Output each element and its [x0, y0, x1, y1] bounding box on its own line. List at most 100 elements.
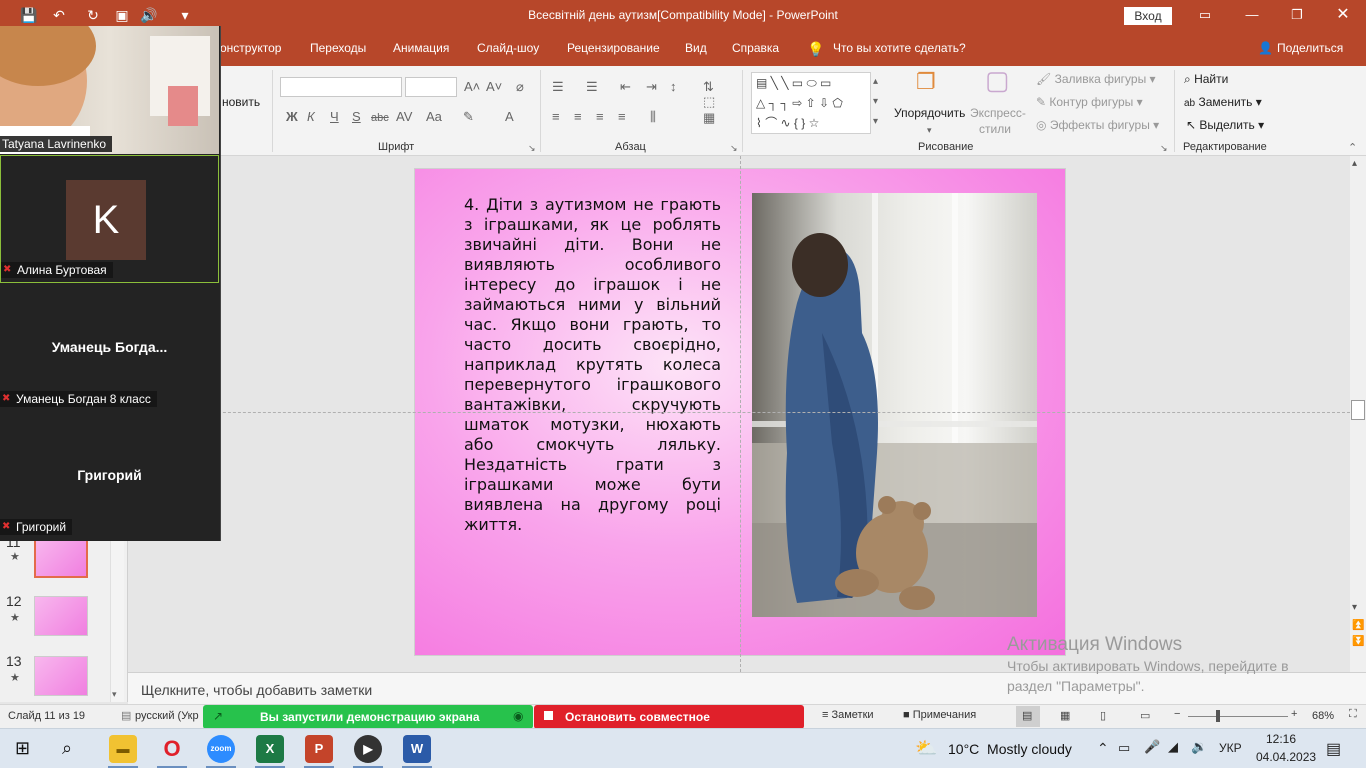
scroll-down-icon[interactable]: ▾ [1352, 602, 1357, 613]
media-player-icon[interactable]: ▶ [354, 735, 382, 763]
login-button[interactable]: Вход [1124, 7, 1172, 25]
notifications-icon[interactable]: ▤ [1326, 739, 1341, 759]
network-icon[interactable]: ◢ [1168, 739, 1178, 755]
tab-design[interactable]: онструктор [220, 41, 281, 55]
select-button[interactable]: ↖ Выделить ▾ [1186, 118, 1264, 132]
scroll-down-icon[interactable]: ▾ [112, 689, 117, 700]
shape-effects-button[interactable]: ◎ Эффекты фигуры ▾ [1036, 118, 1159, 132]
underline-icon[interactable]: Ч [330, 109, 339, 125]
restore-button[interactable]: ❐ [1285, 4, 1309, 26]
gallery-down-icon[interactable]: ▾ [873, 94, 878, 110]
language-indicator[interactable]: русский (Укр [135, 710, 199, 722]
grow-font-icon[interactable]: A˄ [464, 79, 480, 95]
weather-text[interactable]: 10°C Mostly cloudy [948, 741, 1072, 757]
text-direction-icon[interactable]: ⇅ [703, 79, 714, 95]
minimize-button[interactable]: — [1240, 4, 1264, 26]
previous-slide-icon[interactable]: ⏫ [1352, 620, 1364, 631]
zoom-slider-thumb[interactable] [1216, 710, 1220, 722]
search-icon[interactable]: ⌕ [62, 738, 72, 759]
editor-scrollbar[interactable]: ▴ ▾ ⏫ ⏬ [1350, 156, 1366, 672]
align-center-icon[interactable]: ≡ [574, 109, 582, 125]
tab-transitions[interactable]: Переходы [310, 41, 366, 55]
clock-date[interactable]: 04.04.2023 [1256, 750, 1316, 764]
slide-thumbnail-12[interactable] [34, 596, 88, 636]
clear-format-icon[interactable]: ⌀ [516, 79, 524, 95]
reading-view-icon[interactable]: ▯ [1100, 709, 1106, 722]
arrange-dropdown-icon[interactable]: ▾ [927, 122, 932, 138]
slide-thumbnail-11[interactable] [34, 536, 88, 578]
paragraph-dialog-launcher-icon[interactable]: ↘ [730, 140, 738, 156]
replace-button[interactable]: ab Заменить ▾ [1184, 95, 1262, 109]
align-text-icon[interactable]: ⬚ [703, 94, 715, 110]
scroll-up-icon[interactable]: ▴ [1352, 158, 1357, 169]
increase-indent-icon[interactable]: ⇥ [646, 79, 657, 95]
tab-view[interactable]: Вид [685, 41, 707, 55]
microphone-icon[interactable]: 🎤 [1144, 739, 1160, 755]
participant-tile-3[interactable]: Уманець Богда... ✖ Уманець Богдан 8 класс [0, 283, 219, 411]
align-right-icon[interactable]: ≡ [596, 109, 604, 125]
slide-sorter-icon[interactable]: ▦ [1060, 709, 1070, 722]
comments-button[interactable]: ■ Примечания [903, 709, 976, 721]
arrange-button[interactable]: Упорядочить [894, 106, 965, 120]
slide-photo[interactable] [752, 193, 1037, 617]
word-icon[interactable]: W [403, 735, 431, 763]
quick-styles-label-2[interactable]: стили [979, 122, 1011, 136]
share-button[interactable]: Поделиться [1277, 41, 1343, 55]
clock-time[interactable]: 12:16 [1266, 732, 1296, 746]
zoom-out-icon[interactable]: − [1174, 708, 1180, 720]
bold-icon[interactable]: Ж [286, 109, 298, 125]
zoom-level[interactable]: 68% [1312, 710, 1334, 722]
bullets-icon[interactable]: ☰ [552, 79, 564, 95]
excel-icon[interactable]: X [256, 735, 284, 763]
arrange-icon[interactable]: ❐ [916, 71, 936, 93]
drawing-dialog-launcher-icon[interactable]: ↘ [1160, 140, 1168, 156]
participant-tile-4[interactable]: Григорий ✖ Григорий [0, 411, 219, 539]
next-slide-icon[interactable]: ⏬ [1352, 636, 1364, 647]
gallery-up-icon[interactable]: ▴ [873, 74, 878, 90]
char-spacing-icon[interactable]: AV [396, 109, 412, 125]
font-dialog-launcher-icon[interactable]: ↘ [528, 140, 536, 156]
participant-tile-1[interactable]: Tatyana Lavrinenko [0, 26, 219, 154]
participant-tile-2[interactable]: K ✖ Алина Буртовая [0, 155, 219, 283]
shape-outline-button[interactable]: ✎ Контур фигуры ▾ [1036, 95, 1143, 109]
language-tray[interactable]: УКР [1219, 741, 1242, 755]
collapse-ribbon-icon[interactable]: ⌃ [1348, 140, 1357, 156]
tab-help[interactable]: Справка [732, 41, 779, 55]
shapes-gallery[interactable]: ▤ ╲ ╲ ▭ ⬭ ▭ △ ┐ ┐ ⇨ ⇧ ⇩ ⬠ ⌇ ⌒ ∿ { } ☆ [751, 72, 871, 134]
find-button[interactable]: ⌕ Найти [1184, 72, 1228, 87]
font-name-dropdown[interactable] [280, 77, 402, 97]
zoom-app-icon[interactable]: zoom [207, 735, 235, 763]
gallery-more-icon[interactable]: ▾ [873, 114, 878, 130]
spellcheck-icon[interactable]: ▤ [121, 709, 131, 722]
align-left-icon[interactable]: ≡ [552, 109, 560, 125]
slide-body-text[interactable]: 4. Діти з аутизмом не грають з іграшками… [464, 195, 721, 535]
tab-review[interactable]: Рецензирование [567, 41, 660, 55]
smartart-icon[interactable]: ▦ [703, 110, 715, 126]
tab-animations[interactable]: Анимация [393, 41, 449, 55]
share-icon[interactable]: 👤 [1258, 41, 1273, 55]
strikethrough-icon[interactable]: abc [371, 110, 389, 126]
italic-icon[interactable]: К [307, 109, 315, 125]
opera-icon[interactable]: O [158, 735, 186, 763]
columns-icon[interactable]: ⫼ [650, 109, 656, 125]
change-case-icon[interactable]: Aa [426, 109, 442, 125]
shadow-icon[interactable]: S [352, 109, 361, 125]
ribbon-cut-label[interactable]: новить [222, 95, 260, 109]
numbering-icon[interactable]: ☰ [586, 79, 598, 95]
quick-styles-label[interactable]: Экспресс- [970, 106, 1026, 120]
shape-fill-button[interactable]: 🖌 Заливка фигуры ▾ [1036, 72, 1156, 86]
fit-to-window-icon[interactable]: ⛶ [1349, 708, 1357, 721]
tray-chevron-icon[interactable]: ⌃ [1097, 740, 1109, 757]
line-spacing-icon[interactable]: ↕ [670, 79, 677, 95]
windows-start-icon[interactable]: ⊞ [15, 738, 30, 759]
tab-slideshow[interactable]: Слайд-шоу [477, 41, 539, 55]
stop-sharing-button[interactable]: Остановить совместное использование [534, 705, 804, 738]
zoom-slider[interactable] [1188, 716, 1288, 717]
slide-thumbnail-13[interactable] [34, 656, 88, 696]
powerpoint-icon[interactable]: P [305, 735, 333, 763]
font-color-icon[interactable]: A [505, 109, 514, 125]
weather-icon[interactable]: ⛅ [915, 738, 937, 759]
quick-styles-icon[interactable]: ▢ [985, 67, 1010, 93]
tell-me-search[interactable]: Что вы хотите сделать? [833, 41, 966, 55]
close-button[interactable]: ✕ [1331, 4, 1355, 26]
